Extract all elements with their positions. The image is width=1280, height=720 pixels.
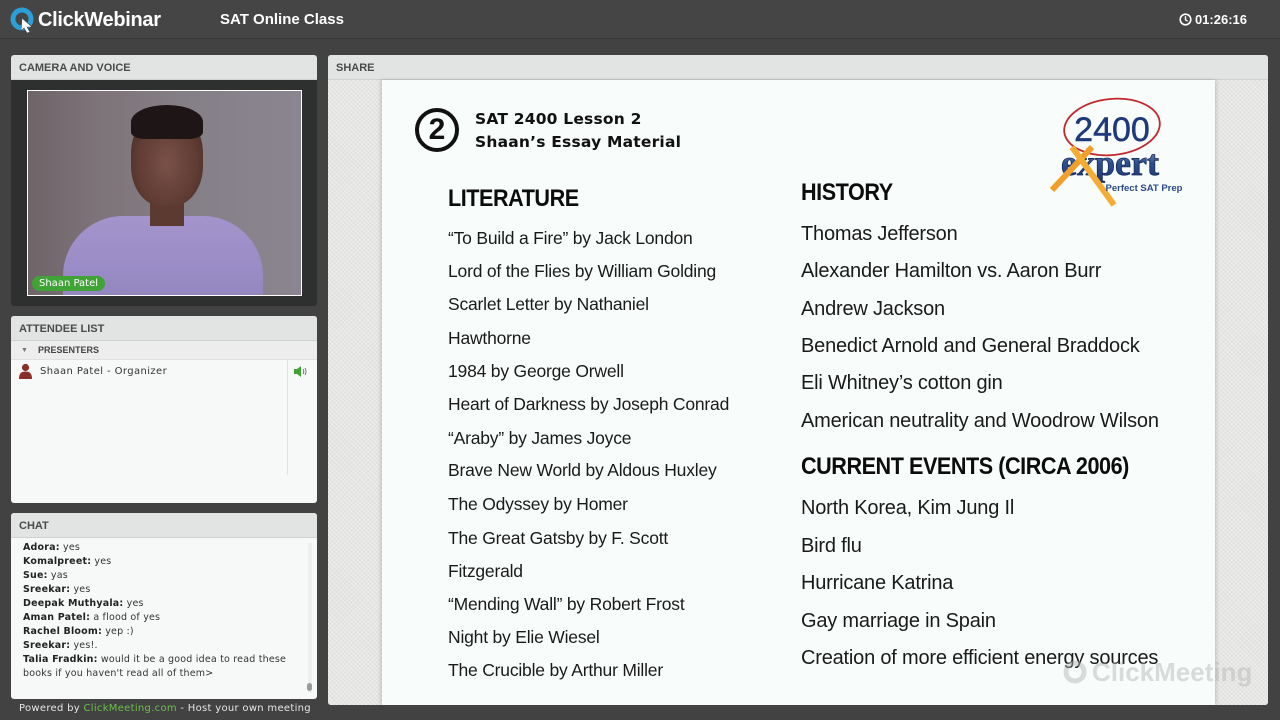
chat-sender: Sreekar: xyxy=(23,640,71,651)
chat-message: Adora: yes xyxy=(23,541,317,555)
history-item: Eli Whitney’s cotton gin xyxy=(801,372,1003,394)
literature-item: 1984 by George Orwell xyxy=(448,361,624,381)
history-item: Benedict Arnold and General Braddock xyxy=(801,335,1140,357)
chat-panel: CHAT Adora: yes Komalpreet: yes Sue: yas… xyxy=(11,513,317,699)
literature-item: The Great Gatsby by F. Scott xyxy=(448,528,669,548)
presenter-video[interactable]: Shaan Patel xyxy=(27,90,302,296)
slide-title-line1: SAT 2400 Lesson 2 xyxy=(475,110,642,128)
literature-item: Night by Elie Wiesel xyxy=(448,627,600,647)
current-events-heading: CURRENT EVENTS (CIRCA 2006) xyxy=(801,453,1129,480)
powered-prefix: Powered by xyxy=(19,703,84,714)
clock-icon xyxy=(1179,13,1192,26)
slide-title: SAT 2400 Lesson 2 Shaan’s Essay Material xyxy=(475,108,681,154)
attendee-row[interactable]: Shaan Patel - Organizer xyxy=(11,360,317,382)
speaker-icon[interactable] xyxy=(294,366,308,377)
literature-item: “Araby” by James Joyce xyxy=(448,428,632,448)
attendee-name: Shaan Patel - Organizer xyxy=(40,365,168,377)
chat-text: yas xyxy=(47,570,68,581)
chat-message: Komalpreet: yes xyxy=(23,555,317,569)
chat-text: yep :) xyxy=(101,626,134,637)
current-events-item: Hurricane Katrina xyxy=(801,572,954,594)
attendee-list: Shaan Patel - Organizer xyxy=(11,360,317,475)
history-heading: HISTORY xyxy=(801,179,893,206)
chat-message: Sue: yas xyxy=(23,569,317,583)
literature-item: Fitzgerald xyxy=(448,561,523,581)
current-events-item: Bird flu xyxy=(801,535,862,557)
chat-scrollbar-thumb[interactable] xyxy=(307,683,312,691)
current-events-item: North Korea, Kim Jung Il xyxy=(801,497,1015,519)
presenters-group-toggle[interactable]: ▼ PRESENTERS xyxy=(11,341,317,360)
literature-item: The Odyssey by Homer xyxy=(448,494,628,514)
chat-text: yes!. xyxy=(70,640,98,651)
chat-sender: Adora: xyxy=(23,542,60,553)
collapse-triangle-icon: ▼ xyxy=(21,346,28,354)
chat-sender: Talia Fradkin: xyxy=(23,654,98,665)
logo-tagline: Perfect SAT Prep xyxy=(1106,183,1183,194)
presenter-name-tag: Shaan Patel xyxy=(32,276,106,291)
literature-item: The Crucible by Arthur Miller xyxy=(448,660,663,680)
chat-message: Sreekar: yes xyxy=(23,583,317,597)
chat-sender: Sue: xyxy=(23,570,48,581)
history-item: Alexander Hamilton vs. Aaron Burr xyxy=(801,260,1102,282)
chat-text: yes xyxy=(59,542,81,553)
timer-value: 01:26:16 xyxy=(1194,12,1247,27)
chat-text: a flood of yes xyxy=(90,612,161,623)
share-panel: SHARE 2 SAT 2400 Lesson 2 Shaan’s Essay … xyxy=(328,55,1268,705)
clickwebinar-logo: ClickWebinar xyxy=(10,7,161,34)
literature-heading: LITERATURE xyxy=(448,185,579,212)
camera-panel: CAMERA AND VOICE Shaan Patel xyxy=(11,55,317,306)
clickmeeting-link[interactable]: ClickMeeting.com xyxy=(83,703,176,714)
clickwebinar-logo-icon xyxy=(10,7,36,34)
presentation-slide: 2 SAT 2400 Lesson 2 Shaan’s Essay Materi… xyxy=(382,80,1252,705)
chat-message: Rachel Bloom: yep :) xyxy=(23,625,317,639)
history-item: Thomas Jefferson xyxy=(801,223,958,245)
history-item: American neutrality and Woodrow Wilson xyxy=(801,410,1159,432)
literature-item: Scarlet Letter by Nathaniel xyxy=(448,294,649,314)
literature-item: Lord of the Flies by William Golding xyxy=(448,261,717,281)
history-item: Andrew Jackson xyxy=(801,298,945,320)
chat-messages: Adora: yes Komalpreet: yes Sue: yas Sree… xyxy=(11,538,317,681)
attendee-panel: ATTENDEE LIST ▼ PRESENTERS Shaan Patel -… xyxy=(11,316,317,503)
watermark-text: ClickMeeting xyxy=(1092,657,1253,687)
session-timer: 01:26:16 xyxy=(1179,12,1247,27)
share-panel-header: SHARE xyxy=(328,55,1268,80)
chat-message: Sreekar: yes!. xyxy=(23,639,317,653)
attendee-panel-header: ATTENDEE LIST xyxy=(11,316,317,341)
literature-item: Hawthorne xyxy=(448,328,531,348)
chat-sender: Komalpreet: xyxy=(23,556,92,567)
presenters-group-label: PRESENTERS xyxy=(37,345,99,355)
chat-scrollbar-track[interactable] xyxy=(308,543,312,693)
slide-title-line2: Shaan’s Essay Material xyxy=(475,133,682,151)
slide-number-badge: 2 xyxy=(415,108,459,152)
video-person-hair xyxy=(131,105,203,139)
chat-message: Aman Patel: a flood of yes xyxy=(23,611,317,625)
current-events-item: Gay marriage in Spain xyxy=(801,610,996,632)
user-avatar-icon xyxy=(19,363,32,379)
chat-text: yes xyxy=(123,598,144,609)
brand-name: ClickWebinar xyxy=(38,8,161,31)
chat-text: yes xyxy=(70,584,91,595)
powered-by-footer: Powered by ClickMeeting.com - Host your … xyxy=(19,703,311,714)
chat-text: yes xyxy=(91,556,112,567)
literature-item: “Mending Wall” by Robert Frost xyxy=(448,594,685,614)
chat-panel-header: CHAT xyxy=(11,513,317,538)
chat-message: Deepak Muthyala: yes xyxy=(23,597,317,611)
camera-panel-header: CAMERA AND VOICE xyxy=(11,55,317,80)
clickmeeting-watermark: ClickMeeting xyxy=(1062,657,1252,688)
literature-item: Brave New World by Aldous Huxley xyxy=(448,460,717,480)
powered-suffix: - Host your own meeting xyxy=(176,703,311,714)
chat-sender: Sreekar: xyxy=(23,584,71,595)
chat-sender: Deepak Muthyala: xyxy=(23,598,124,609)
literature-item: Heart of Darkness by Joseph Conrad xyxy=(448,394,730,414)
chat-sender: Aman Patel: xyxy=(23,612,91,623)
2400-expert-logo: 2400 expert Perfect SAT Prep xyxy=(1049,97,1183,207)
chat-sender: Rachel Bloom: xyxy=(23,626,102,637)
chat-message: Talia Fradkin: would it be a good idea t… xyxy=(23,653,313,681)
webinar-title: SAT Online Class xyxy=(220,11,344,28)
clickmeeting-watermark-icon xyxy=(1063,660,1087,683)
top-bar: ClickWebinar SAT Online Class 01:26:16 xyxy=(0,0,1280,39)
literature-item: “To Build a Fire” by Jack London xyxy=(448,228,693,248)
attendee-column-divider xyxy=(287,360,288,475)
